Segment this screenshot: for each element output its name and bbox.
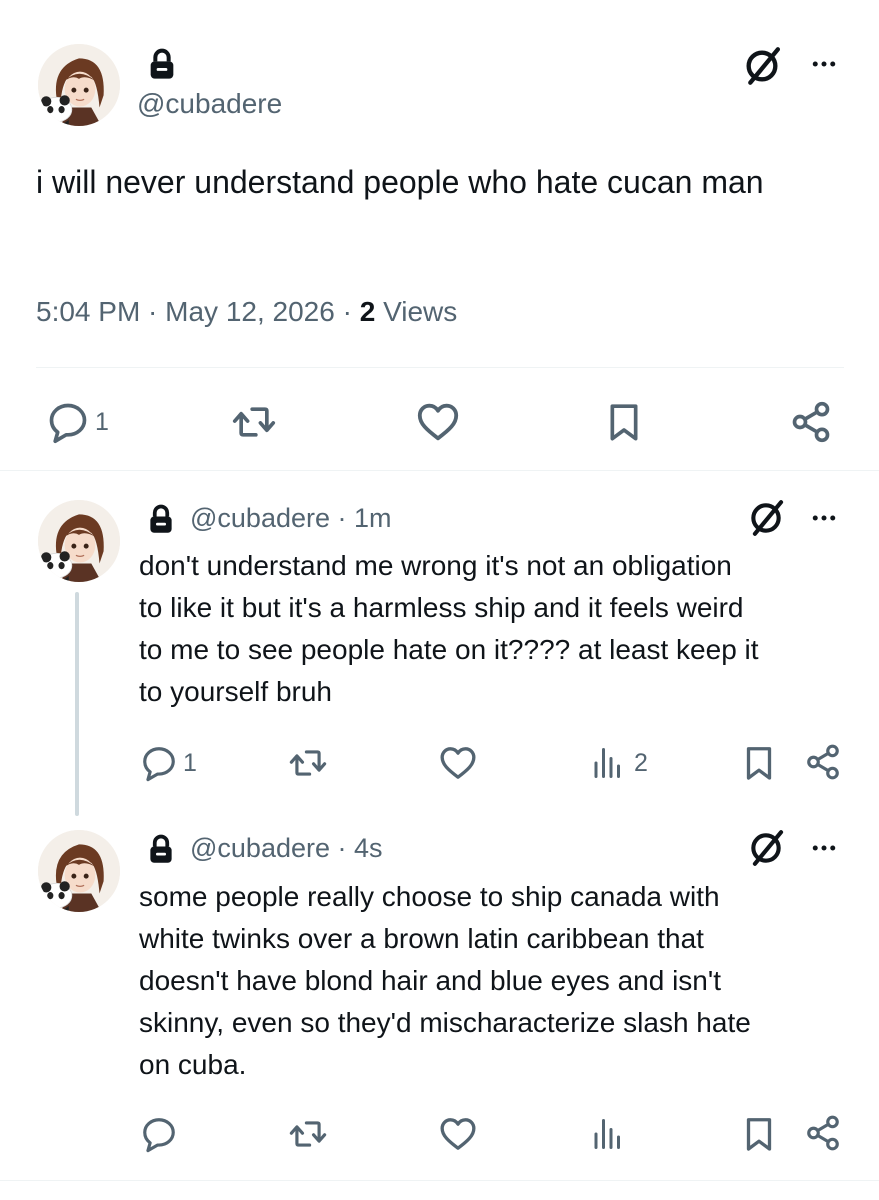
- text-line: some people really choose to ship canada…: [139, 881, 720, 912]
- like-icon[interactable]: [415, 399, 461, 445]
- views-icon[interactable]: [590, 1116, 626, 1152]
- grok-icon[interactable]: [742, 46, 782, 86]
- text-line: white twinks over a brown latin caribbea…: [139, 923, 704, 954]
- username-timestamp[interactable]: @cubadere · 1m: [190, 503, 392, 534]
- more-icon[interactable]: [806, 503, 842, 533]
- lock-icon: [146, 504, 176, 534]
- reply-icon[interactable]: [46, 400, 90, 444]
- text-line: don't understand me wrong it's not an ob…: [139, 550, 732, 581]
- text-line: to like it but it's a harmless ship and …: [139, 592, 744, 623]
- bookmark-icon[interactable]: [741, 1115, 777, 1153]
- username-timestamp[interactable]: @cubadere · 4s: [190, 833, 383, 864]
- text-line: doesn't have blond hair and blue eyes an…: [139, 965, 721, 996]
- bookmark-icon[interactable]: [604, 401, 644, 443]
- time-date[interactable]: 5:04 PM · May 12, 2026 ·: [36, 296, 360, 327]
- grok-icon[interactable]: [747, 829, 785, 867]
- reply-text: some people really choose to ship canada…: [139, 876, 859, 1086]
- repost-icon[interactable]: [231, 400, 277, 444]
- like-icon[interactable]: [438, 1114, 478, 1154]
- text-line: skinny, even so they'd mischaracterize s…: [139, 1007, 751, 1038]
- divider: [36, 367, 844, 368]
- views-label: Views: [375, 296, 458, 327]
- views-icon[interactable]: [590, 745, 626, 781]
- text-line: to yourself bruh: [139, 676, 332, 707]
- views-count: 2: [359, 296, 376, 327]
- bookmark-icon[interactable]: [741, 744, 777, 782]
- more-icon[interactable]: [806, 49, 842, 79]
- views-count: 2: [634, 749, 648, 777]
- share-icon[interactable]: [789, 400, 833, 444]
- lock-icon: [146, 48, 178, 80]
- reply-count: 1: [95, 408, 109, 436]
- share-icon[interactable]: [804, 743, 842, 781]
- tweet-timestamp: 5:04 PM · May 12, 2026 · 2 Views: [36, 296, 457, 328]
- repost-icon[interactable]: [288, 1115, 328, 1153]
- share-icon[interactable]: [804, 1114, 842, 1152]
- grok-icon[interactable]: [747, 499, 785, 537]
- avatar[interactable]: [38, 830, 120, 912]
- avatar[interactable]: [38, 500, 120, 582]
- text-line: on cuba.: [139, 1049, 247, 1080]
- tweet-text: i will never understand people who hate …: [36, 164, 764, 200]
- text-line: to me to see people hate on it???? at le…: [139, 634, 759, 665]
- more-icon[interactable]: [806, 833, 842, 863]
- avatar[interactable]: [38, 44, 120, 126]
- lock-icon: [146, 834, 176, 864]
- like-icon[interactable]: [438, 743, 478, 783]
- reply-icon[interactable]: [140, 1115, 178, 1153]
- reply-icon[interactable]: [140, 744, 178, 782]
- reply-count: 1: [183, 749, 197, 777]
- thread-line: [75, 592, 79, 816]
- username[interactable]: @cubadere: [137, 88, 282, 120]
- divider: [0, 1180, 879, 1181]
- reply-text: don't understand me wrong it's not an ob…: [139, 545, 859, 713]
- divider: [0, 470, 879, 471]
- repost-icon[interactable]: [288, 744, 328, 782]
